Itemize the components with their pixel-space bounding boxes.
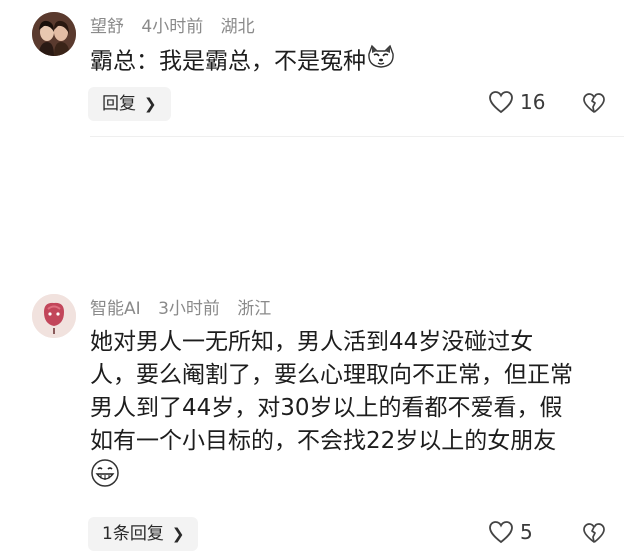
comment-text: 她对男人一无所知，男人活到44岁没碰过女 人，要么阉割了，要么心理取向不正常，但…: [90, 326, 600, 498]
timestamp: 4小时前: [141, 17, 204, 37]
cat-face-emoji: [366, 44, 396, 80]
grinning-face-emoji: [90, 458, 120, 498]
username[interactable]: 智能AI: [90, 299, 141, 319]
comment-item: 望舒 4小时前 湖北 霸总：我是霸总，不是冤种 回复 ❯ 16: [0, 0, 624, 140]
comment-meta: 望舒 4小时前 湖北: [90, 12, 267, 37]
timestamp: 3小时前: [158, 299, 220, 319]
reply-button[interactable]: 回复 ❯: [88, 87, 171, 121]
heart-icon: [489, 521, 513, 544]
heart-icon: [489, 91, 513, 114]
divider: [90, 136, 624, 137]
like-button[interactable]: 5: [488, 520, 533, 544]
dislike-button[interactable]: [582, 522, 606, 548]
comment-text: 霸总：我是霸总，不是冤种: [90, 44, 396, 80]
replies-button[interactable]: 1条回复 ❯: [88, 517, 199, 551]
location: 湖北: [220, 17, 255, 37]
avatar[interactable]: [32, 294, 76, 338]
like-button[interactable]: 16: [488, 90, 545, 114]
broken-heart-icon: [583, 93, 605, 113]
chevron-right-icon: ❯: [144, 95, 157, 113]
username[interactable]: 望舒: [90, 17, 124, 37]
comment-item: 智能AI 3小时前 浙江 她对男人一无所知，男人活到44岁没碰过女 人，要么阉割…: [0, 140, 624, 551]
comment-meta: 智能AI 3小时前 浙江: [90, 294, 283, 319]
chevron-right-icon: ❯: [171, 525, 185, 543]
avatar[interactable]: [32, 12, 76, 56]
like-count: 5: [520, 520, 533, 544]
like-count: 16: [520, 90, 546, 114]
location: 浙江: [237, 299, 272, 319]
dislike-button[interactable]: [582, 92, 606, 118]
broken-heart-icon: [583, 523, 605, 543]
